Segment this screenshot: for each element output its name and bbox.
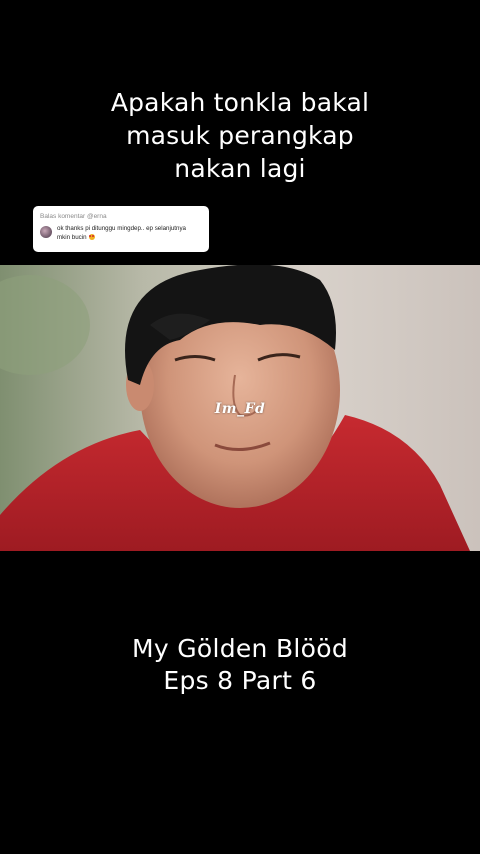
reply-text-line-2-wrap: mkin bucin: [57, 233, 186, 243]
reply-comment-card[interactable]: Balas komentar @erna ok thanks pi ditung…: [33, 206, 209, 252]
reply-text: ok thanks pi ditunggu mingdep.. ep selan…: [57, 225, 186, 242]
top-caption-line-1: Apakah tonkla bakal: [110, 88, 370, 117]
top-caption-line-2: masuk perangkap: [126, 121, 354, 150]
bottom-caption-title: My Gölden Blööd: [131, 634, 349, 663]
watermark-text: Im_Fd: [214, 401, 266, 417]
heart-eyes-emoji-icon: [88, 233, 95, 240]
reply-body: ok thanks pi ditunggu mingdep.. ep selan…: [40, 225, 202, 242]
commenter-avatar: [40, 226, 52, 238]
reply-title: Balas komentar @erna: [40, 213, 107, 220]
bottom-caption: My Gölden Blööd Eps 8 Part 6: [0, 633, 480, 697]
reply-text-line-1: ok thanks pi ditunggu mingdep.. ep selan…: [57, 225, 186, 232]
bottom-caption-episode: Eps 8 Part 6: [163, 666, 317, 695]
top-caption-line-3: nakan lagi: [174, 154, 306, 183]
top-caption: Apakah tonkla bakal masuk perangkap naka…: [0, 86, 480, 185]
reply-text-line-2: mkin bucin: [57, 233, 87, 241]
